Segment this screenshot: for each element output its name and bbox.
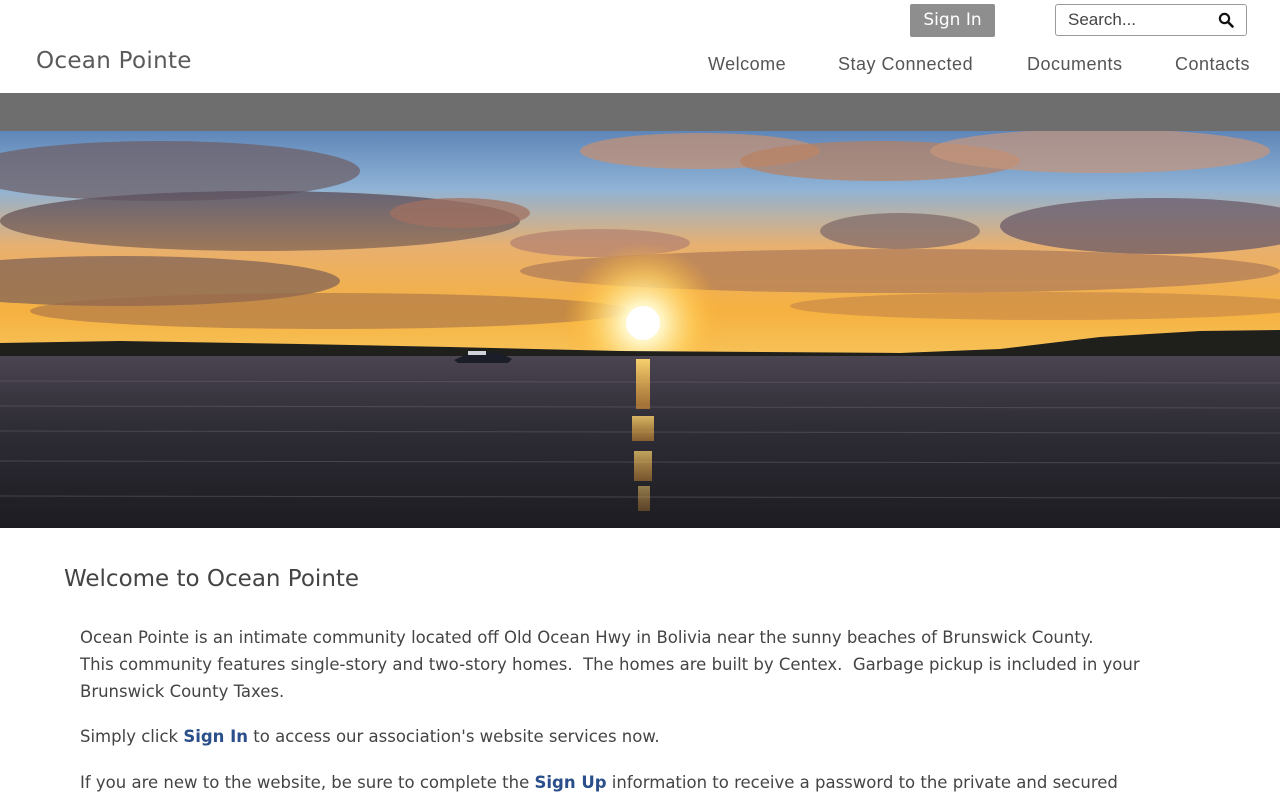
nav-documents[interactable]: Documents — [1027, 54, 1123, 75]
signin-text-after: to access our association's website serv… — [248, 727, 660, 746]
main-content: Welcome to Ocean Pointe Ocean Pointe is … — [0, 528, 1280, 800]
intro-line-2: This community features single-story and… — [80, 655, 1140, 674]
header-divider-strip — [0, 93, 1280, 131]
search-box — [1055, 4, 1247, 36]
intro-paragraph: Ocean Pointe is an intimate community lo… — [80, 624, 1210, 705]
nav-contacts[interactable]: Contacts — [1175, 54, 1250, 75]
page-title: Welcome to Ocean Pointe — [64, 566, 360, 592]
nav-welcome[interactable]: Welcome — [708, 54, 786, 75]
search-icon[interactable] — [1218, 12, 1234, 28]
signup-paragraph: If you are new to the website, be sure t… — [80, 769, 1210, 796]
signin-text-before: Simply click — [80, 727, 184, 746]
sign-in-link[interactable]: Sign In — [183, 727, 248, 746]
search-input[interactable] — [1068, 5, 1218, 35]
signin-paragraph: Simply click Sign In to access our assoc… — [80, 723, 1210, 750]
site-title[interactable]: Ocean Pointe — [36, 48, 192, 74]
intro-line-1: Ocean Pointe is an intimate community lo… — [80, 628, 1094, 647]
hero-banner — [0, 131, 1280, 528]
intro-line-3: Brunswick County Taxes. — [80, 682, 285, 701]
sign-up-link[interactable]: Sign Up — [535, 773, 607, 792]
sunset-over-water-image — [0, 131, 1280, 528]
signup-text-after: information to receive a password to the… — [606, 773, 1118, 792]
site-header: Ocean Pointe Sign In Welcome Stay Connec… — [0, 0, 1280, 93]
nav-stay-connected[interactable]: Stay Connected — [838, 54, 973, 75]
sign-in-button[interactable]: Sign In — [910, 4, 995, 37]
signup-text-before: If you are new to the website, be sure t… — [80, 773, 535, 792]
